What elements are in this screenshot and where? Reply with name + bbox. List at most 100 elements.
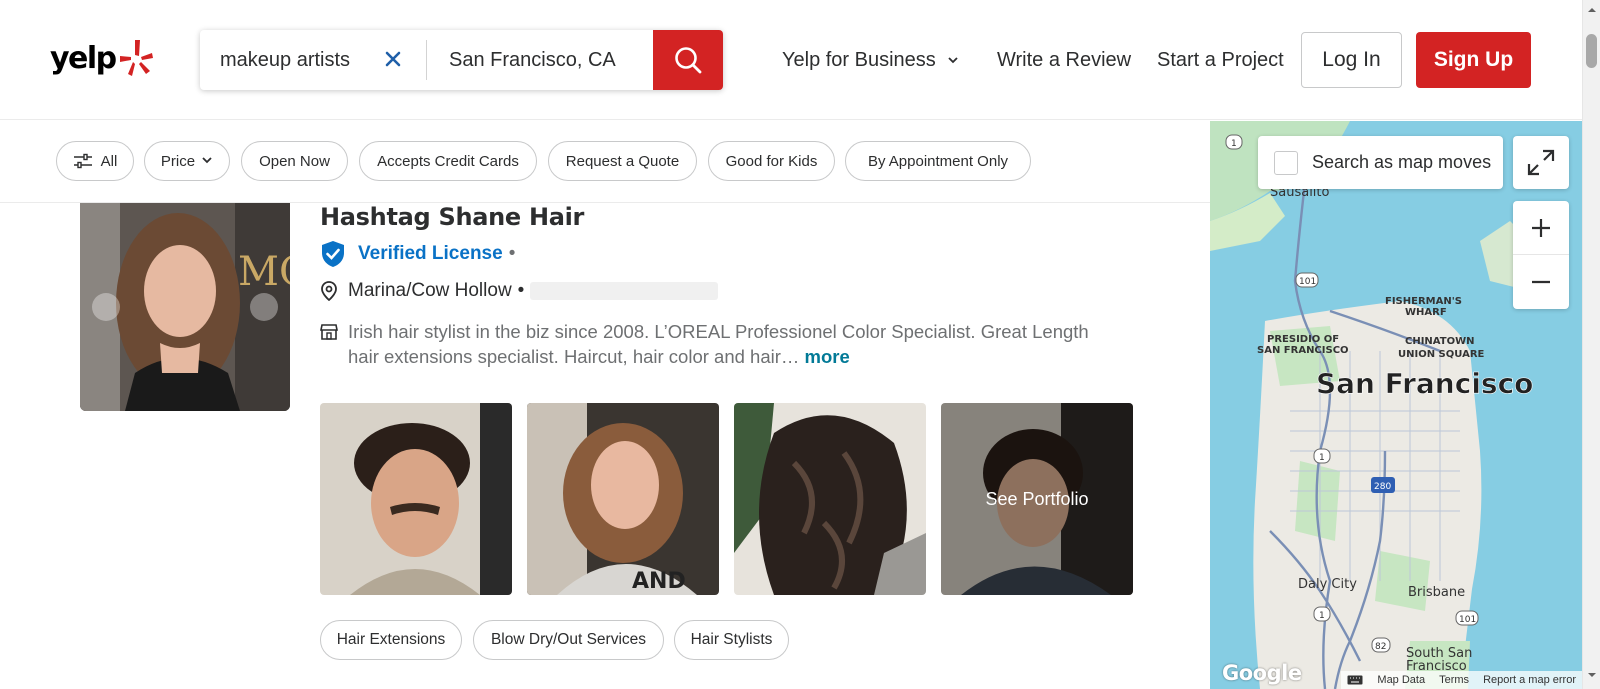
portfolio-photo-3[interactable] <box>734 403 926 595</box>
svg-text:AND: AND <box>632 569 686 594</box>
filter-all-label: All <box>100 152 118 170</box>
route-1-label: 1 <box>1231 139 1237 149</box>
search-bar <box>200 30 723 90</box>
keyboard-icon[interactable] <box>1347 675 1363 685</box>
filter-bar: All Price Open Now Accepts Credit Cards … <box>0 121 1210 203</box>
location-pin-icon <box>321 281 337 301</box>
yelp-logo[interactable]: yelp <box>50 38 154 78</box>
route-280-label: 280 <box>1374 482 1391 492</box>
location-row: Marina/Cow Hollow • <box>320 280 719 302</box>
portfolio-image <box>734 403 926 595</box>
clear-search-icon[interactable] <box>382 48 404 70</box>
search-button[interactable] <box>653 30 723 90</box>
storefront-icon <box>320 324 338 340</box>
map-footer: Map Data Terms Report a map error <box>1341 671 1582 689</box>
verified-license-row: Verified License • <box>320 240 515 268</box>
map-panel[interactable]: 1 101 1 280 1 101 82 Sausalito FISHERMAN… <box>1210 121 1582 689</box>
minus-icon <box>1532 280 1550 284</box>
route-1-label: 1 <box>1319 453 1325 463</box>
filter-good-for-kids-chip[interactable]: Good for Kids <box>708 141 835 181</box>
map-label-chinatown: CHINATOWN <box>1405 336 1474 347</box>
search-as-map-moves-label: Search as map moves <box>1312 152 1492 172</box>
filter-request-quote-chip[interactable]: Request a Quote <box>548 141 697 181</box>
filter-open-now-chip[interactable]: Open Now <box>241 141 348 181</box>
write-review-link[interactable]: Write a Review <box>997 0 1131 120</box>
neighborhood-label: Marina/Cow Hollow <box>348 280 512 301</box>
portfolio-image: AND <box>527 403 719 595</box>
description-text: Irish hair stylist in the biz since 2008… <box>348 321 1089 367</box>
verified-shield-icon <box>322 241 344 267</box>
header: yelp Yelp <box>0 0 1582 120</box>
google-logo: Google <box>1222 661 1302 685</box>
portfolio-photo-2[interactable]: AND <box>527 403 719 595</box>
portfolio-image <box>320 403 512 595</box>
loading-placeholder <box>530 282 719 300</box>
terms-link[interactable]: Terms <box>1439 674 1469 686</box>
search-what-input[interactable] <box>220 48 370 72</box>
separator-dot: • <box>508 243 516 264</box>
sliders-icon <box>73 153 92 169</box>
nav-project-label: Start a Project <box>1157 48 1284 71</box>
verified-license-label[interactable]: Verified License <box>358 243 503 265</box>
search-where-container <box>427 30 653 90</box>
business-photo[interactable]: MC <box>80 203 290 411</box>
filter-all-chip[interactable]: All <box>56 141 134 181</box>
map-label-union-square: UNION SQUARE <box>1398 349 1485 360</box>
zoom-out-button[interactable] <box>1513 255 1569 309</box>
search-what-container <box>200 30 426 90</box>
map-label-brisbane: Brisbane <box>1408 585 1465 600</box>
route-82-label: 82 <box>1375 642 1386 652</box>
search-as-map-moves[interactable]: Search as map moves <box>1258 136 1503 189</box>
map-label-daly-city: Daly City <box>1298 577 1357 592</box>
page-scrollbar[interactable] <box>1582 0 1600 689</box>
portrait-image: MC <box>80 203 290 411</box>
map-data-link[interactable]: Map Data <box>1377 674 1425 686</box>
nav-business-label: Yelp for Business <box>782 48 936 71</box>
scroll-up-arrow-icon[interactable] <box>1583 4 1600 16</box>
business-name[interactable]: Hashtag Shane Hair <box>320 203 584 231</box>
more-link[interactable]: more <box>805 346 850 367</box>
filter-price-label: Price <box>160 152 196 170</box>
search-as-map-moves-checkbox[interactable] <box>1274 150 1298 175</box>
category-tag-hair-stylists[interactable]: Hair Stylists <box>674 620 789 660</box>
yelp-burst-icon <box>119 40 153 76</box>
separator-dot: • <box>517 280 525 301</box>
scrollbar-thumb[interactable] <box>1586 34 1597 68</box>
nav-review-label: Write a Review <box>997 48 1132 71</box>
filter-by-appointment-chip[interactable]: By Appointment Only <box>845 141 1031 181</box>
report-map-error-link[interactable]: Report a map error <box>1483 674 1576 686</box>
start-project-link[interactable]: Start a Project <box>1157 0 1284 120</box>
business-description: Irish hair stylist in the biz since 2008… <box>348 319 1120 369</box>
route-1-label: 1 <box>1319 611 1325 621</box>
yelp-for-business-menu[interactable]: Yelp for Business <box>782 0 960 120</box>
map-expand-button[interactable] <box>1513 136 1569 189</box>
filter-price-chip[interactable]: Price <box>144 141 230 181</box>
chevron-down-icon <box>202 156 212 163</box>
logo-wordmark: yelp <box>50 40 117 76</box>
map-label-presidio-2: SAN FRANCISCO <box>1257 345 1349 356</box>
filter-credit-cards-chip[interactable]: Accepts Credit Cards <box>359 141 537 181</box>
description-row: Irish hair stylist in the biz since 2008… <box>320 319 1120 369</box>
map-label-wharf: WHARF <box>1405 307 1447 318</box>
map-label-san-francisco: San Francisco <box>1316 367 1533 400</box>
chevron-down-icon <box>948 57 958 64</box>
search-where-input[interactable] <box>449 48 639 72</box>
signup-button[interactable]: Sign Up <box>1416 32 1531 88</box>
map-zoom-controls <box>1513 201 1569 309</box>
zoom-in-button[interactable] <box>1513 201 1569 255</box>
route-101-label: 101 <box>1459 615 1476 625</box>
portfolio-photo-1[interactable] <box>320 403 512 595</box>
map-label-fishermans: FISHERMAN'S <box>1385 296 1462 307</box>
business-listing: MC Hashtag Shane Hair Verified License •… <box>0 203 1210 689</box>
plus-icon <box>1532 218 1550 237</box>
search-icon <box>675 47 702 74</box>
route-101-label: 101 <box>1299 277 1316 287</box>
category-tag-hair-extensions[interactable]: Hair Extensions <box>320 620 462 660</box>
login-button[interactable]: Log In <box>1301 32 1402 88</box>
category-tag-blow-dry[interactable]: Blow Dry/Out Services <box>473 620 664 660</box>
see-portfolio-tile[interactable]: See Portfolio <box>941 403 1133 595</box>
see-portfolio-label: See Portfolio <box>941 403 1133 595</box>
scroll-down-arrow-icon[interactable] <box>1583 669 1600 681</box>
svg-text:MC: MC <box>238 249 290 295</box>
expand-icon <box>1527 149 1555 176</box>
